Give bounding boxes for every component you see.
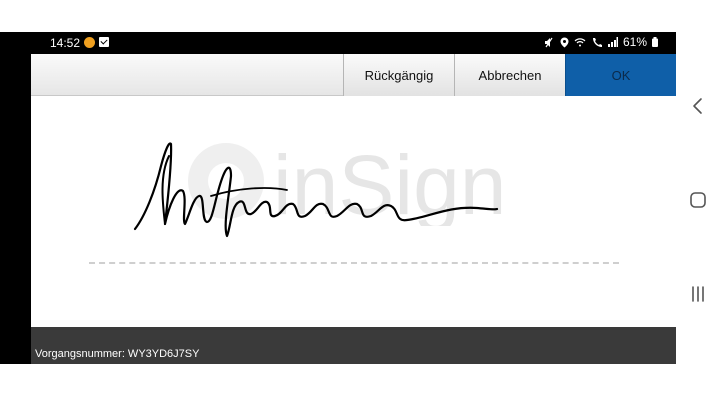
cancel-button[interactable]: Abbrechen: [454, 54, 565, 96]
recents-icon[interactable]: [688, 284, 708, 304]
handwritten-signature: [133, 142, 499, 238]
app-notification-icon: [84, 37, 95, 48]
status-time: 14:52: [50, 36, 81, 50]
status-icons: 61%: [544, 35, 658, 49]
left-bezel: [0, 32, 31, 364]
wifi-call-icon: [592, 37, 602, 47]
battery-percentage: 61%: [622, 35, 647, 49]
ok-button[interactable]: OK: [565, 54, 676, 96]
signature-toolbar: Rückgängig Abbrechen OK: [31, 54, 676, 96]
location-icon: [560, 37, 569, 47]
signature-pad[interactable]: inSign: [31, 96, 676, 327]
status-bar: 14:52 61%: [0, 32, 676, 54]
signal-icon: [607, 37, 618, 47]
undo-button[interactable]: Rückgängig: [343, 54, 454, 96]
battery-icon: [652, 37, 658, 47]
home-icon[interactable]: [688, 190, 708, 210]
device-screen: 14:52 61% Rückgängig Abbrechen OK inSign…: [0, 0, 720, 405]
notification-icons: [84, 37, 109, 48]
back-icon[interactable]: [688, 96, 708, 116]
signature-baseline: [89, 262, 619, 264]
mute-icon: [544, 37, 553, 47]
android-navigation-bar: [676, 32, 720, 364]
task-notification-icon: [99, 37, 109, 47]
footer-bar: Vorgangsnummer: WY3YD6J7SY: [31, 327, 676, 364]
wifi-icon: [574, 38, 586, 47]
case-number-label: Vorgangsnummer: WY3YD6J7SY: [35, 348, 200, 360]
